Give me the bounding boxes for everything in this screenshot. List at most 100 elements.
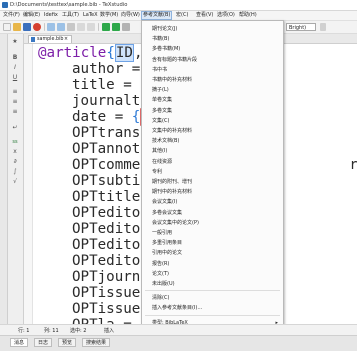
menu-item-27[interactable]: 插入参考文献条目(I)… [142,303,283,313]
star-icon[interactable]: ★ [10,38,20,46]
copy-icon[interactable] [77,23,85,31]
field-name: date [72,109,107,125]
save-icon[interactable] [23,23,31,31]
tab-sample-bib[interactable]: sample.bib × [28,35,72,43]
menu-view[interactable]: 查看(V) [195,12,214,19]
menu-item-label: 书籍中的补充材料 [152,77,193,83]
menu-idefix[interactable]: Idefix [43,12,59,19]
run-icon[interactable] [112,23,120,31]
menu-item-label: 多卷会议文集 [152,209,183,216]
left-dock-strip [0,34,8,324]
entry-type: @article [38,45,107,61]
view-icon[interactable] [122,23,130,31]
menu-item-3[interactable]: 含有标题的书籍片段 [142,55,283,65]
menu-item-label: 清除(C) [152,295,170,302]
bold-icon[interactable]: B [10,54,20,62]
sub-icon[interactable]: x [10,148,20,156]
tab-messages[interactable]: 消息 [10,338,29,347]
undo-icon[interactable] [47,23,55,31]
align-left-icon[interactable]: ≡ [10,88,20,96]
menu-item-label: 单卷文集 [152,97,173,104]
integral-icon[interactable]: ∫ [10,168,20,176]
status-row: 行: 1 [18,328,30,334]
align-center-icon[interactable]: ≡ [10,98,20,106]
tab-log[interactable]: 日志 [34,338,53,347]
menu-item-15[interactable]: 期刊的附刊、增刊 [142,177,283,187]
field-name: OPTeditor [72,205,149,221]
close-icon[interactable] [33,23,41,31]
frac-icon[interactable]: ∂ [10,158,20,166]
sum-icon[interactable]: ss [10,138,20,146]
menu-item-25[interactable]: 未出版(U) [142,279,283,289]
menu-item-7[interactable]: 单卷文集 [142,95,283,105]
menu-item-label: 文集中的补充材料 [152,128,193,134]
menu-help[interactable]: 帮助(H) [238,12,258,19]
open-folder-icon[interactable] [13,23,21,31]
menu-latex[interactable]: LaTeX [82,12,99,19]
menu-item-label: 技术文档(B) [152,138,180,145]
menu-item-label: 多重引用条目 [152,240,183,247]
menu-item-21[interactable]: 多重引用条目 [142,238,283,248]
status-col: 列: 11 [44,328,59,334]
menu-item-label: 插入参考文献条目(I)… [152,305,203,312]
tab-search-results[interactable]: 搜索结果 [82,338,111,347]
compile-icon[interactable] [102,23,110,31]
brace: { [106,45,115,61]
window-title: D:\Documents\testtex\sample.bib - TeXstu… [10,2,128,8]
sqrt-icon[interactable]: √ [10,178,20,186]
underline-icon[interactable]: U [10,74,20,82]
toolbar-separator [98,23,99,31]
menu-item-2[interactable]: 多卷书籍(M) [142,44,283,54]
tab-preview[interactable]: 预览 [58,338,77,347]
menu-edit[interactable]: 编辑(E) [22,12,41,19]
dropdown-arrow-icon[interactable] [320,23,326,31]
menu-item-label: 会议文集中的论文(P) [152,219,199,226]
newline-icon[interactable]: ↵ [10,124,20,132]
menu-item-13[interactable]: 在线资源 [142,157,283,167]
menu-item-12[interactable]: 其他(I) [142,146,283,156]
menu-file[interactable]: 文件(F) [2,12,21,19]
app-icon [2,2,8,8]
style-select[interactable]: Bright) [286,23,316,31]
menu-item-19[interactable]: 会议文集中的论文(P) [142,218,283,228]
menu-item-4[interactable]: 书中书 [142,65,283,75]
menu-macros[interactable]: 宏(C) [175,12,189,19]
menu-item-1[interactable]: 书籍(B) [142,34,283,44]
menu-item-24[interactable]: 论文(T) [142,269,283,279]
menu-item-18[interactable]: 多卷会议文集 [142,208,283,218]
assign: = [106,109,132,125]
new-file-icon[interactable] [3,23,11,31]
redo-icon[interactable] [57,23,65,31]
menu-item-label: 多卷书籍(M) [152,46,181,53]
menu-item-26[interactable]: 清除(C) [142,293,283,303]
menu-item-6[interactable]: 摘子(L) [142,85,283,95]
menu-item-label: 书籍(B) [152,36,170,43]
close-tab-icon[interactable]: × [64,36,68,43]
menu-item-10[interactable]: 文集中的补充材料 [142,126,283,136]
menu-item-label: 含有标题的书籍片段 [152,56,198,63]
field-name: author [72,61,124,77]
tab-label: sample.bib [37,37,64,42]
menu-wizards[interactable]: 向导(W) [120,12,141,19]
menu-item-23[interactable]: 报告(R) [142,259,283,269]
menu-item-16[interactable]: 期刊中的补充材料 [142,187,283,197]
menu-item-22[interactable]: 引用中的论文 [142,248,283,258]
menu-item-20[interactable]: 一般引用 [142,228,283,238]
paste-icon[interactable] [87,23,95,31]
menu-item-17[interactable]: 会议文集(I) [142,197,283,207]
menu-tools[interactable]: 工具(T) [61,12,80,19]
menu-item-14[interactable]: 专利 [142,167,283,177]
menu-item-5[interactable]: 书籍中的补充材料 [142,75,283,85]
italic-icon[interactable]: I [10,64,20,72]
menu-item-label: 期刊的附刊、增刊 [152,179,193,185]
menu-item-9[interactable]: 文集(C) [142,116,283,126]
menu-item-11[interactable]: 技术文档(B) [142,136,283,146]
entry-id[interactable]: ID [114,44,134,62]
cut-icon[interactable] [67,23,75,31]
menu-math[interactable]: 数学(M) [99,12,119,19]
menu-item-8[interactable]: 多卷文集 [142,106,283,116]
align-right-icon[interactable]: ≡ [10,108,20,116]
menu-bibliography[interactable]: 参考文献(B) [141,11,173,20]
menu-item-0[interactable]: 期刊论文(J) [142,24,283,34]
menu-options[interactable]: 选项(O) [216,12,236,19]
